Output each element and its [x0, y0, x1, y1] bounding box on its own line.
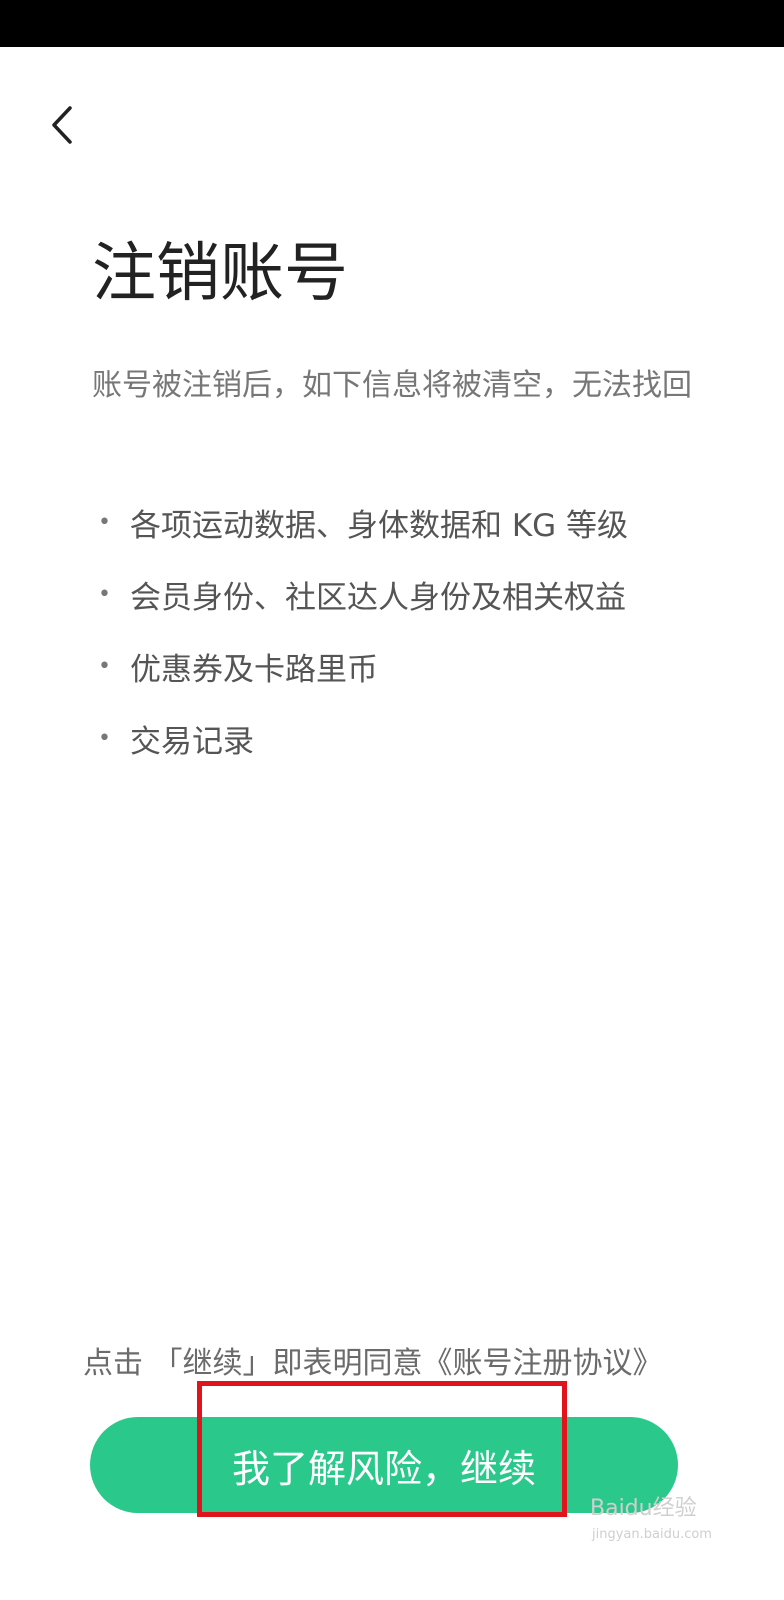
chevron-left-icon: [50, 105, 74, 145]
list-item-text: 交易记录: [130, 723, 254, 760]
list-item: • 各项运动数据、身体数据和 KG 等级: [98, 486, 628, 558]
watermark-logo: Baidu经验: [590, 1496, 697, 1521]
bullet: •: [98, 509, 111, 535]
subtitle: 账号被注销后，如下信息将被清空，无法找回: [92, 368, 692, 403]
status-bar: [0, 0, 784, 47]
continue-button-label: 我了解风险，继续: [231, 1446, 536, 1491]
info-list: • 各项运动数据、身体数据和 KG 等级 • 会员身份、社区达人身份及相关权益 …: [98, 486, 628, 774]
list-item-text: 优惠券及卡路里币: [130, 651, 378, 688]
back-button[interactable]: [40, 95, 84, 155]
bullet: •: [98, 581, 111, 607]
bullet: •: [98, 653, 111, 679]
watermark-url: jingyan.baidu.com: [592, 1527, 712, 1542]
list-item-text: 各项运动数据、身体数据和 KG 等级: [130, 507, 629, 544]
list-item: • 优惠券及卡路里币: [98, 630, 628, 702]
bullet: •: [98, 725, 111, 751]
agreement-text: 点击 「继续」即表明同意《账号注册协议》: [83, 1346, 663, 1381]
page-title: 注销账号: [92, 237, 348, 311]
list-item: • 会员身份、社区达人身份及相关权益: [98, 558, 628, 630]
list-item: • 交易记录: [98, 702, 628, 774]
list-item-text: 会员身份、社区达人身份及相关权益: [130, 579, 626, 616]
